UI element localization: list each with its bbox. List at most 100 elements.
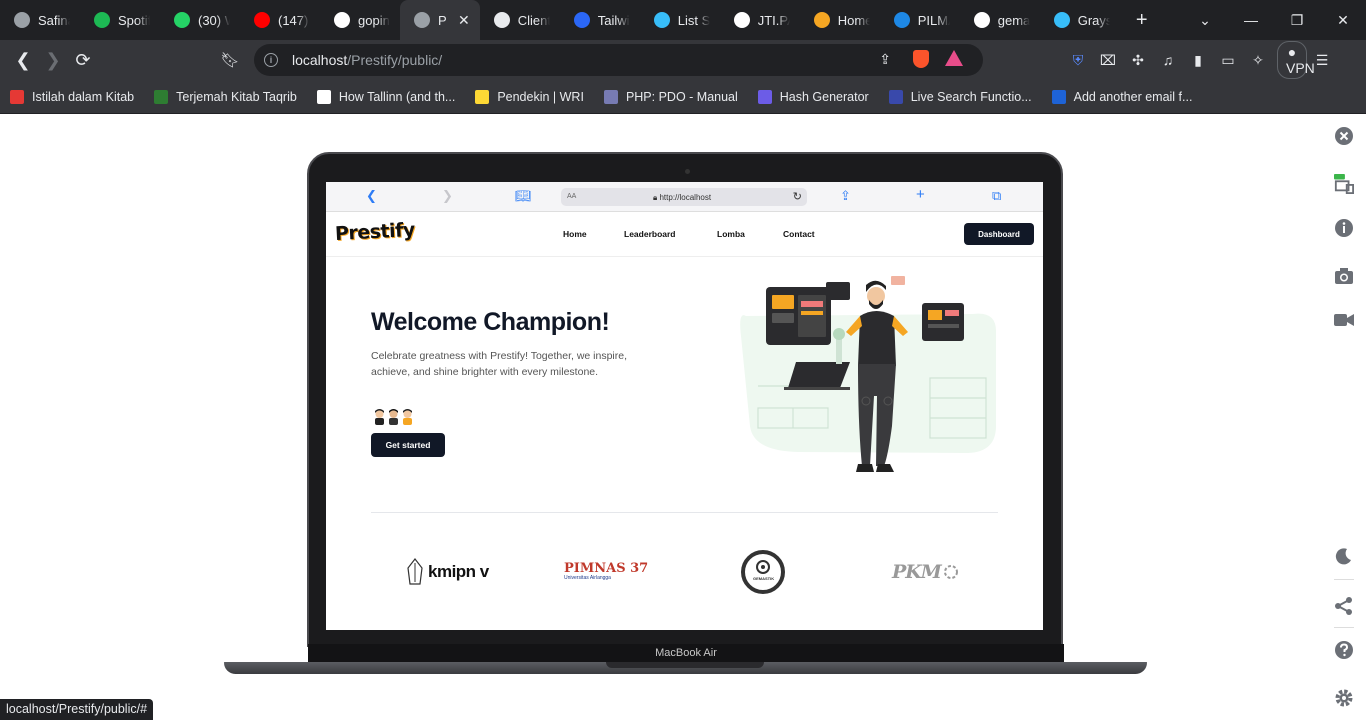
share-icon[interactable]: ⇪ [879,51,891,68]
bookmark-item[interactable]: Add another email f... [1051,89,1193,104]
tab-title: Safina [38,12,70,28]
globe-icon [414,12,430,28]
wallet-icon[interactable]: ▭ [1213,52,1243,69]
safari-share-icon[interactable]: ⇪ [840,188,851,204]
bookmark-label: Terjemah Kitab Taqrib [176,89,297,104]
browser-tab[interactable]: (30) W [160,0,240,40]
nav-home[interactable]: Home [563,229,587,239]
browser-tab[interactable]: Client [480,0,560,40]
panel-divider [1334,627,1354,628]
safari-back-icon[interactable]: ❮ [366,188,377,204]
browser-tab[interactable]: P ✕ [400,0,480,40]
bookmark-label: Live Search Functio... [910,89,1032,104]
whatsapp-icon [174,12,190,28]
bookmark-label: Add another email f... [1073,89,1193,104]
tab-strip: Safina Spotify (30) W (147) gopinP✕ClientTai… [0,0,1366,40]
share-icon[interactable] [1334,596,1354,616]
safari-address-bar[interactable]: AA 🔒︎ http://localhost ↻ [561,188,807,206]
browser-tab[interactable]: gema [960,0,1040,40]
safari-forward-icon[interactable]: ❯ [442,188,453,204]
safari-tabs-icon[interactable]: ⧉ [992,188,1001,204]
nav-leaderboard[interactable]: Leaderboard [624,229,676,239]
browser-tab[interactable]: List St [640,0,720,40]
safari-reload-icon[interactable]: ↻ [793,190,802,203]
leo-ai-icon[interactable]: ✧ [1243,52,1273,69]
browser-tab[interactable]: Spotify [80,0,160,40]
extension-x-icon[interactable]: ⌧ [1093,52,1123,69]
laptop-camera [685,169,690,174]
safari-new-tab-icon[interactable]: + [916,186,925,203]
kmipn-text: kmipn v [428,562,489,581]
info-icon[interactable] [1334,218,1354,238]
media-icon[interactable]: ♫ [1153,52,1183,68]
record-video-icon[interactable] [1334,310,1354,330]
sidebar-toggle-icon[interactable]: ▮ [1183,52,1213,69]
prestify-logo[interactable]: Prestify [334,219,415,245]
devices-icon[interactable] [1334,174,1354,194]
close-window-button[interactable]: ✕ [1320,12,1366,29]
nav-contact[interactable]: Contact [783,229,815,239]
chart-icon [813,12,830,28]
browser-tab[interactable]: Home [800,0,880,40]
tab-title: (147) [278,12,309,28]
browser-tab[interactable]: Tailwin [560,0,640,40]
tab-title: gema [997,12,1030,28]
bitwarden-icon[interactable]: ⛨ [1063,52,1093,69]
dark-mode-icon[interactable] [1334,546,1354,566]
gemastik-text: GEMASTIK [753,576,775,581]
get-started-button[interactable]: Get started [371,433,445,457]
kmipn-emblem-icon [407,558,423,585]
brave-shield-icon[interactable] [913,50,929,68]
bookmark-item[interactable]: Istilah dalam Kitab [10,89,134,104]
laptop-base: MacBook Air [224,644,1147,682]
new-tab-button[interactable]: + [1128,9,1156,32]
browser-tab[interactable]: Safina [0,0,80,40]
settings-gear-icon[interactable] [1334,688,1354,708]
vpn-button[interactable]: ● VPN [1277,41,1315,79]
bookmark-item[interactable]: Live Search Functio... [888,89,1032,104]
tab-title: Home [837,12,870,28]
bookmark-icon[interactable]: 🔖︎ [215,45,245,75]
reload-button[interactable]: ⟳ [68,45,98,75]
hero-title: Welcome Champion! [371,308,610,336]
tab-title: (30) W [198,12,230,28]
restore-button[interactable]: ❐ [1274,12,1320,29]
nav-lomba[interactable]: Lomba [717,229,745,239]
bookmark-favicon-icon [475,89,490,104]
extensions-puzzle-icon[interactable]: ✣ [1123,52,1153,69]
back-button[interactable]: ❮ [8,45,38,75]
forward-button[interactable]: ❯ [38,45,68,75]
tab-search-chevron-icon[interactable]: ⌄ [1182,12,1228,29]
bookmark-item[interactable]: PHP: PDO - Manual [603,89,738,104]
close-panel-icon[interactable] [1334,126,1354,146]
github-icon [733,12,750,28]
screenshot-camera-icon[interactable] [1334,266,1354,286]
close-tab-icon[interactable]: ✕ [458,12,470,29]
address-bar[interactable]: i localhost/Prestify/public/ ⇪ [254,44,983,76]
bookmark-item[interactable]: Pendekin | WRI [475,89,584,104]
browser-tab[interactable]: PILMA [880,0,960,40]
safari-aa[interactable]: AA [567,193,576,200]
browser-toolbar: ❮ ❯ ⟳ 🔖︎ i localhost/Prestify/public/ ⇪ … [0,40,1366,80]
pimnas-text: PIMNAS 37 [564,561,649,576]
partner-logo-pkm: PKM [892,552,960,592]
dashboard-button[interactable]: Dashboard [964,223,1034,245]
site-info-icon[interactable]: i [264,53,278,67]
bookmark-item[interactable]: How Tallinn (and th... [316,89,455,104]
bookmark-item[interactable]: Hash Generator [757,89,869,104]
help-icon[interactable] [1334,640,1354,660]
brave-rewards-icon[interactable] [945,50,963,66]
side-panel [1322,114,1366,720]
safari-bookmarks-icon[interactable]: 📖︎ [515,188,532,204]
menu-icon[interactable]: ☰ [1307,52,1337,69]
browser-tab[interactable]: gopin [320,0,400,40]
browser-tab[interactable]: Grays [1040,0,1120,40]
panel-divider [1334,579,1354,580]
minimize-button[interactable]: — [1228,12,1274,28]
bookmark-label: Hash Generator [779,89,869,104]
bookmark-item[interactable]: Terjemah Kitab Taqrib [154,89,297,104]
browser-tab[interactable]: JTI.PA [720,0,800,40]
url-path: /Prestify/public/ [347,52,443,68]
browser-tab[interactable]: (147) [240,0,320,40]
avatar-group [372,408,414,425]
